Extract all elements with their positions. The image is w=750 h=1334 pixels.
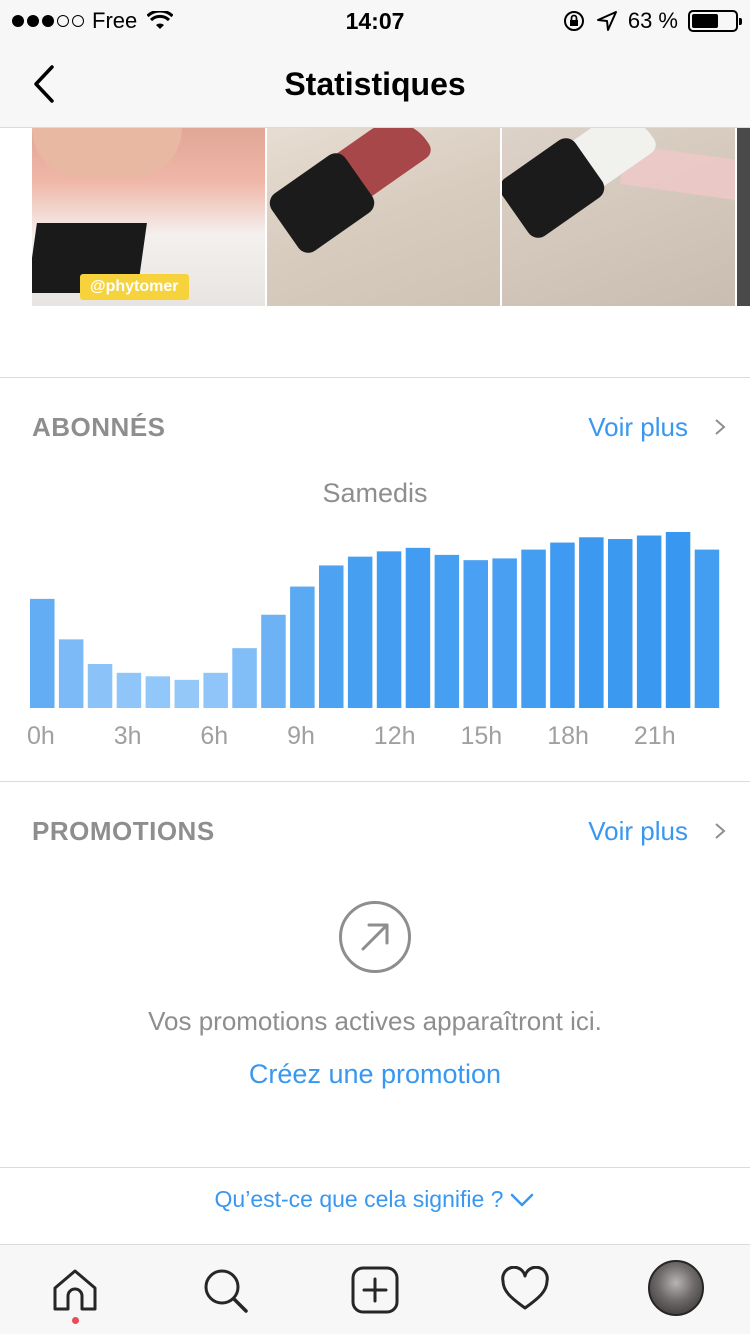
chart-bar-22h xyxy=(665,532,691,708)
post-thumbnail[interactable] xyxy=(737,128,750,306)
chart-bar-1h xyxy=(58,639,84,708)
promotions-section-title: PROMOTIONS xyxy=(32,816,215,846)
tab-new-post[interactable] xyxy=(350,1265,400,1315)
chart-bar-4h xyxy=(145,676,171,708)
notification-dot xyxy=(72,1317,79,1324)
status-indicators: 63 % xyxy=(562,8,742,34)
promotions-empty-text: Vos promotions actives apparaîtront ici. xyxy=(148,1006,602,1036)
battery-level xyxy=(692,14,719,28)
chart-bar-5h xyxy=(174,679,199,708)
battery-percent: 63 % xyxy=(627,8,678,33)
bottom-tab-bar xyxy=(0,1244,750,1334)
heart-icon xyxy=(501,1266,549,1310)
chart-tick-label: 18h xyxy=(547,722,589,750)
mention-sticker: @phytomer xyxy=(80,274,189,300)
chart-bar-20h xyxy=(608,539,633,708)
post-thumbnail[interactable] xyxy=(502,128,735,306)
location-icon xyxy=(596,11,617,31)
page-title: Statistiques xyxy=(284,66,466,102)
chevron-right-icon[interactable] xyxy=(710,821,730,841)
chart-bar-19h xyxy=(579,537,604,708)
chart-bar-9h xyxy=(290,586,315,708)
chart-bar-2h xyxy=(87,664,113,708)
chart-bar-8h xyxy=(261,614,286,708)
chart-bar-11h xyxy=(347,556,373,708)
chart-bar-6h xyxy=(203,672,228,708)
followers-section-title: ABONNÉS xyxy=(32,412,166,442)
chart-bar-18h xyxy=(550,542,575,708)
add-icon xyxy=(351,1266,399,1314)
search-icon xyxy=(204,1269,248,1313)
chart-bar-10h xyxy=(319,565,344,708)
chart-bar-12h xyxy=(376,551,402,708)
tab-search[interactable] xyxy=(200,1265,250,1315)
chart-bar-21h xyxy=(636,535,662,708)
section-divider xyxy=(0,781,750,782)
chart-title: Samedis xyxy=(322,478,428,508)
promotions-see-more-link[interactable]: Voir plus xyxy=(588,816,688,847)
chart-bar-13h xyxy=(405,547,431,708)
nav-header: Statistiques xyxy=(0,40,750,128)
battery-icon xyxy=(688,10,742,32)
chart-bar-16h xyxy=(492,558,517,708)
post-thumbnail[interactable] xyxy=(267,128,500,306)
promotion-arrow-icon xyxy=(339,901,411,973)
status-bar: Free 14:07 63 % xyxy=(0,0,750,40)
section-divider xyxy=(0,377,750,378)
chart-tick-label: 3h xyxy=(114,722,142,750)
chevron-down-icon xyxy=(511,1193,534,1206)
top-posts-strip: @phytomer xyxy=(0,128,750,308)
chart-tick-label: 6h xyxy=(200,722,228,750)
chart-tick-label: 9h xyxy=(287,722,315,750)
rotation-lock-icon xyxy=(563,11,584,31)
chart-bar-14h xyxy=(434,554,460,708)
chart-bar-23h xyxy=(694,549,720,708)
what-does-this-mean-link[interactable]: Qu’est-ce que cela signifie ? xyxy=(0,1186,750,1213)
chart-tick-label: 15h xyxy=(461,722,503,750)
chart-bar-17h xyxy=(521,549,546,708)
section-divider xyxy=(0,1167,750,1168)
chart-bar-0h xyxy=(30,598,55,708)
chart-tick-label: 0h xyxy=(27,722,55,750)
create-promotion-link[interactable]: Créez une promotion xyxy=(0,1059,750,1090)
profile-avatar[interactable] xyxy=(648,1260,704,1316)
chart-bar-7h xyxy=(232,648,257,708)
chevron-right-icon[interactable] xyxy=(710,417,730,437)
chart-bar-3h xyxy=(116,672,142,708)
post-thumbnail[interactable]: @phytomer xyxy=(32,128,265,306)
home-icon xyxy=(53,1269,97,1311)
chart-tick-label: 21h xyxy=(634,722,676,750)
what-does-this-mean-label: Qu’est-ce que cela signifie ? xyxy=(214,1186,504,1212)
tab-activity[interactable] xyxy=(500,1265,550,1315)
chart-tick-label: 12h xyxy=(374,722,416,750)
followers-see-more-link[interactable]: Voir plus xyxy=(588,412,688,443)
followers-bar-chart: 0h 3h 6h 9h 12h 15h 18h 21h xyxy=(27,532,720,750)
chart-bar-15h xyxy=(463,560,488,708)
tab-home[interactable] xyxy=(50,1265,100,1315)
